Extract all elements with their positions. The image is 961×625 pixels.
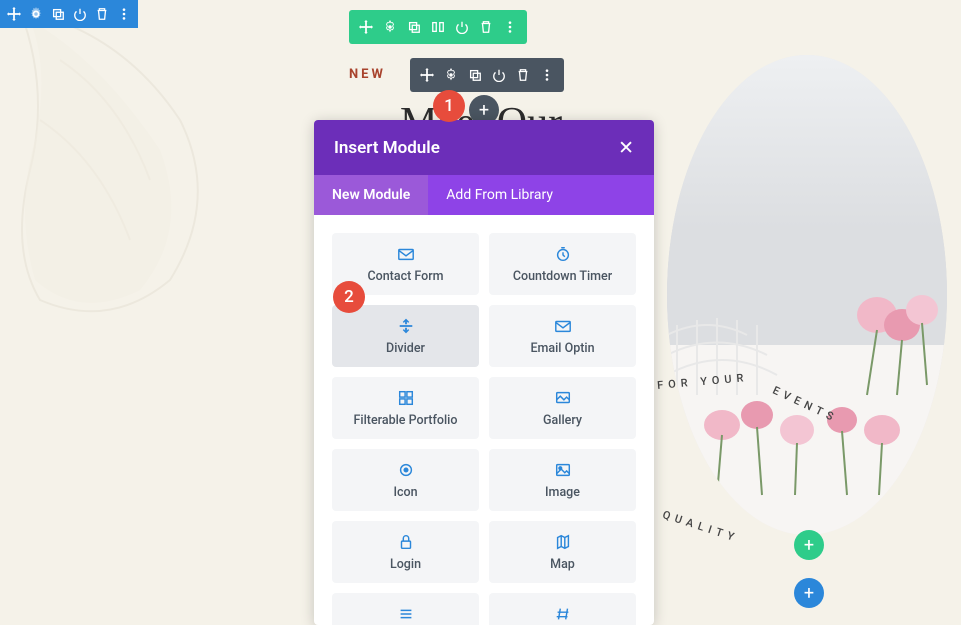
menu-icon <box>338 604 473 624</box>
more-icon[interactable] <box>535 63 559 87</box>
trash-icon[interactable] <box>91 3 113 25</box>
module-label: Icon <box>338 485 473 500</box>
trash-icon[interactable] <box>511 63 535 87</box>
mail-icon <box>495 316 630 336</box>
module-map[interactable]: Map <box>489 521 636 583</box>
tab-new-module[interactable]: New Module <box>314 175 428 215</box>
row-toolbar-green <box>349 10 527 44</box>
duplicate-icon[interactable] <box>463 63 487 87</box>
module-countdown-timer[interactable]: Countdown Timer <box>489 233 636 295</box>
modal-header: Insert Module ✕ <box>314 120 654 175</box>
add-section-button[interactable]: + <box>794 578 824 608</box>
insert-module-modal: Insert Module ✕ New Module Add From Libr… <box>314 120 654 625</box>
modal-body: Contact Form Countdown Timer Divider Email … <box>314 215 654 625</box>
module-image[interactable]: Image <box>489 449 636 511</box>
module-label: Filterable Portfolio <box>338 413 473 428</box>
module-icon[interactable]: Icon <box>332 449 479 511</box>
gallery-icon <box>495 388 630 408</box>
module-label: Divider <box>338 341 473 356</box>
module-email-optin[interactable]: Email Optin <box>489 305 636 367</box>
lock-icon <box>338 532 473 552</box>
module-number-counter[interactable]: Number Counter <box>489 593 636 625</box>
annotation-marker-2: 2 <box>333 281 365 313</box>
divider-icon <box>338 316 473 336</box>
module-login[interactable]: Login <box>332 521 479 583</box>
module-label: Contact Form <box>338 269 473 284</box>
module-label: Image <box>495 485 630 500</box>
module-label: Gallery <box>495 413 630 428</box>
power-icon[interactable] <box>487 63 511 87</box>
module-label: Login <box>338 557 473 572</box>
more-icon[interactable] <box>113 3 135 25</box>
module-filterable-portfolio[interactable]: Filterable Portfolio <box>332 377 479 439</box>
gear-icon[interactable] <box>25 3 47 25</box>
module-menu[interactable]: Menu <box>332 593 479 625</box>
power-icon[interactable] <box>69 3 91 25</box>
hero-image-oval <box>667 55 947 535</box>
gear-icon[interactable] <box>439 63 463 87</box>
new-label: NEW <box>349 67 386 82</box>
more-icon[interactable] <box>498 15 522 39</box>
columns-icon[interactable] <box>426 15 450 39</box>
module-toolbar-dark <box>410 58 564 92</box>
background-leaf-decoration <box>0 0 280 340</box>
add-row-button[interactable]: + <box>794 530 824 560</box>
module-divider[interactable]: Divider <box>332 305 479 367</box>
gear-icon[interactable] <box>378 15 402 39</box>
duplicate-icon[interactable] <box>402 15 426 39</box>
mail-icon <box>338 244 473 264</box>
move-icon[interactable] <box>415 63 439 87</box>
map-icon <box>495 532 630 552</box>
section-toolbar-blue <box>0 0 138 28</box>
annotation-marker-1: 1 <box>433 90 465 122</box>
image-icon <box>495 460 630 480</box>
circle-icon <box>338 460 473 480</box>
hash-icon <box>495 604 630 624</box>
power-icon[interactable] <box>450 15 474 39</box>
tab-add-from-library[interactable]: Add From Library <box>428 175 571 215</box>
module-label: Countdown Timer <box>495 269 630 284</box>
close-icon[interactable]: ✕ <box>618 136 634 159</box>
curved-text-quality: QUALITY <box>661 508 741 545</box>
grid-icon <box>338 388 473 408</box>
move-icon[interactable] <box>354 15 378 39</box>
timer-icon <box>495 244 630 264</box>
modal-tabs: New Module Add From Library <box>314 175 654 215</box>
modal-title: Insert Module <box>334 138 440 158</box>
trash-icon[interactable] <box>474 15 498 39</box>
module-label: Map <box>495 557 630 572</box>
module-label: Email Optin <box>495 341 630 356</box>
move-icon[interactable] <box>3 3 25 25</box>
module-gallery[interactable]: Gallery <box>489 377 636 439</box>
duplicate-icon[interactable] <box>47 3 69 25</box>
